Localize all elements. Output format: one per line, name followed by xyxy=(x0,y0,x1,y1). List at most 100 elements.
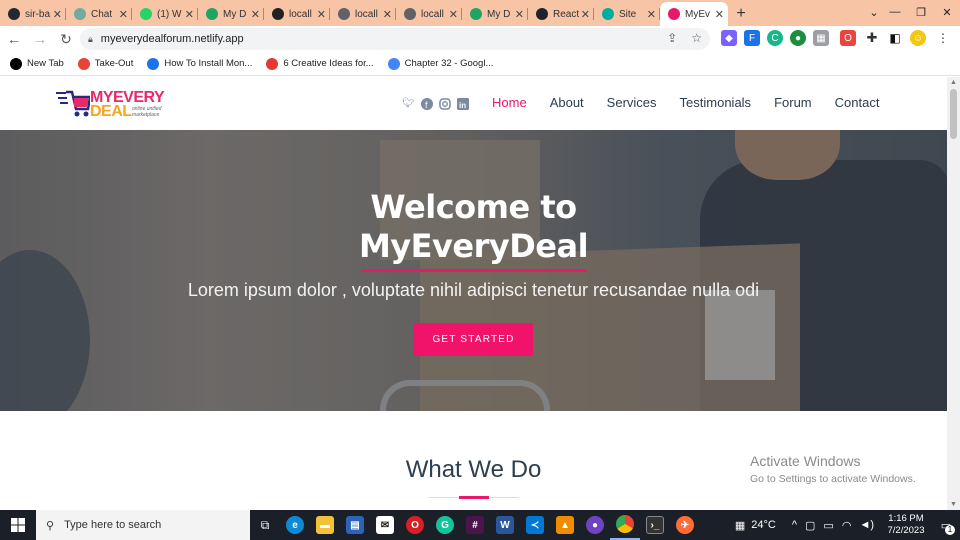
word-icon[interactable]: W xyxy=(490,510,520,540)
forward-button[interactable]: → xyxy=(28,28,52,50)
tab-close-icon[interactable]: ✕ xyxy=(449,8,458,21)
browser-tab[interactable]: locall ✕ xyxy=(396,2,462,26)
grammarly-icon[interactable]: G xyxy=(430,510,460,540)
share-icon[interactable]: ⇪ xyxy=(667,31,677,45)
puzzle-icon[interactable]: ✚ xyxy=(864,30,880,46)
menu-icon[interactable]: ⋮ xyxy=(935,30,951,46)
reload-button[interactable]: ↻ xyxy=(54,28,78,50)
bookmark-item[interactable]: 6 Creative Ideas for... xyxy=(266,57,374,70)
browser-tab[interactable]: locall ✕ xyxy=(330,2,396,26)
close-window-button[interactable]: ✕ xyxy=(932,0,960,24)
slack-icon[interactable]: # xyxy=(460,510,490,540)
instagram-icon[interactable] xyxy=(438,97,451,110)
nav-link-forum[interactable]: Forum xyxy=(774,95,812,110)
bookmark-item[interactable]: How To Install Mon... xyxy=(147,57,252,70)
watermark-title: Activate Windows xyxy=(750,453,861,469)
browser-tab[interactable]: MyEv ✕ xyxy=(660,2,728,26)
extension-icon[interactable]: C xyxy=(767,30,783,46)
extension-icon[interactable]: ◆ xyxy=(721,30,737,46)
extension-icon[interactable]: O xyxy=(840,30,856,46)
bookmark-item[interactable]: New Tab xyxy=(10,57,64,70)
tab-favicon-icon xyxy=(470,8,482,20)
avatar[interactable]: ☺ xyxy=(910,30,926,46)
vlc-icon[interactable]: ▲ xyxy=(550,510,580,540)
site-logo[interactable]: MYEVERY DEAL online unified marketplace xyxy=(56,87,176,121)
temperature[interactable]: 24°C xyxy=(751,519,776,531)
bookmark-star-icon[interactable]: ☆ xyxy=(691,31,702,45)
page-scrollbar[interactable]: ▲ ▼ xyxy=(947,77,960,510)
bookmark-item[interactable]: Take-Out xyxy=(77,57,133,70)
bookmark-label: 6 Creative Ideas for... xyxy=(283,58,374,69)
battery-icon[interactable]: ▭ xyxy=(823,519,833,532)
tab-close-icon[interactable]: ✕ xyxy=(53,8,62,21)
bookmark-icon xyxy=(387,57,400,70)
weather-icon[interactable]: ▦ xyxy=(735,519,745,532)
tab-title: sir-ba xyxy=(25,8,51,20)
github-desktop-icon[interactable]: ● xyxy=(580,510,610,540)
linkedin-icon[interactable]: in xyxy=(456,97,469,110)
new-tab-button[interactable]: + xyxy=(728,2,754,26)
browser-tab-strip: sir-ba ✕ Chat ✕ (1) W ✕ My D ✕ locall ✕ locall ✕ loc… xyxy=(0,0,960,26)
windows-logo-icon xyxy=(11,518,25,532)
tab-close-icon[interactable]: ✕ xyxy=(317,8,326,21)
mail-icon[interactable]: ✉ xyxy=(370,510,400,540)
browser-tab[interactable]: Site ✕ xyxy=(594,2,660,26)
side-panel-icon[interactable]: ◧ xyxy=(887,30,903,46)
chrome-icon[interactable] xyxy=(610,510,640,540)
chevron-up-icon[interactable]: ^ xyxy=(792,519,797,531)
get-started-button[interactable]: GET STARTED xyxy=(414,323,533,356)
lock-icon: 🔒︎ xyxy=(88,33,93,44)
wifi-icon[interactable]: ◠ xyxy=(842,519,852,532)
tab-close-icon[interactable]: ✕ xyxy=(383,8,392,21)
meet-now-icon[interactable]: ▢ xyxy=(805,519,815,532)
bookmark-item[interactable]: Chapter 32 - Googl... xyxy=(387,57,493,70)
opera-icon[interactable]: O xyxy=(400,510,430,540)
section-divider-accent xyxy=(459,496,489,499)
address-bar[interactable]: 🔒︎ myeverydealforum.netlify.app ⇪ ☆ xyxy=(80,28,710,50)
nav-link-services[interactable]: Services xyxy=(607,95,657,110)
tab-close-icon[interactable]: ✕ xyxy=(515,8,524,21)
taskbar-search-box[interactable]: ⚲ Type here to search xyxy=(36,510,250,540)
tab-close-icon[interactable]: ✕ xyxy=(185,8,194,21)
file-explorer-icon[interactable]: ▬ xyxy=(310,510,340,540)
edge-icon[interactable]: e xyxy=(280,510,310,540)
scrollbar-thumb[interactable] xyxy=(950,89,957,139)
nav-link-testimonials[interactable]: Testimonials xyxy=(680,95,752,110)
extension-icon[interactable]: ▦ xyxy=(813,30,829,46)
nav-link-about[interactable]: About xyxy=(550,95,584,110)
browser-tab[interactable]: React ✕ xyxy=(528,2,594,26)
browser-tab[interactable]: My D ✕ xyxy=(462,2,528,26)
task-view-icon[interactable]: ⧉ xyxy=(250,510,280,540)
nav-link-contact[interactable]: Contact xyxy=(835,95,880,110)
extension-icon[interactable]: ● xyxy=(790,30,806,46)
windows-start-button[interactable] xyxy=(0,510,36,540)
vscode-icon[interactable]: ≺ xyxy=(520,510,550,540)
browser-tab[interactable]: Chat ✕ xyxy=(66,2,132,26)
clock[interactable]: 1:16 PM 7/2/2023 xyxy=(880,513,932,537)
scroll-down-icon[interactable]: ▼ xyxy=(950,501,957,508)
tab-favicon-icon xyxy=(668,8,680,20)
postman-icon[interactable]: ✈ xyxy=(670,510,700,540)
tab-close-icon[interactable]: ✕ xyxy=(251,8,260,21)
tab-close-icon[interactable]: ✕ xyxy=(647,8,656,21)
tab-favicon-icon xyxy=(536,8,548,20)
tab-close-icon[interactable]: ✕ xyxy=(581,8,590,21)
volume-icon[interactable]: ◄) xyxy=(859,519,874,531)
browser-tab[interactable]: (1) W ✕ xyxy=(132,2,198,26)
tab-close-icon[interactable]: ✕ xyxy=(715,8,724,21)
notification-icon[interactable]: ▭1 xyxy=(932,519,960,535)
terminal-icon[interactable]: ›_ xyxy=(640,510,670,540)
store-icon[interactable]: ▤ xyxy=(340,510,370,540)
browser-tab[interactable]: sir-ba ✕ xyxy=(0,2,66,26)
browser-tab[interactable]: My D ✕ xyxy=(198,2,264,26)
nav-link-home[interactable]: Home xyxy=(492,95,527,110)
tab-title: MyEv xyxy=(685,8,710,20)
tab-title: locall xyxy=(289,8,312,20)
back-button[interactable]: ← xyxy=(2,28,26,50)
browser-tab[interactable]: locall ✕ xyxy=(264,2,330,26)
facebook-icon[interactable]: f xyxy=(420,97,433,110)
twitter-icon[interactable]: 🐦︎ xyxy=(402,97,415,110)
scroll-up-icon[interactable]: ▲ xyxy=(950,79,957,86)
tab-close-icon[interactable]: ✕ xyxy=(119,8,128,21)
extension-icon[interactable]: F xyxy=(744,30,760,46)
